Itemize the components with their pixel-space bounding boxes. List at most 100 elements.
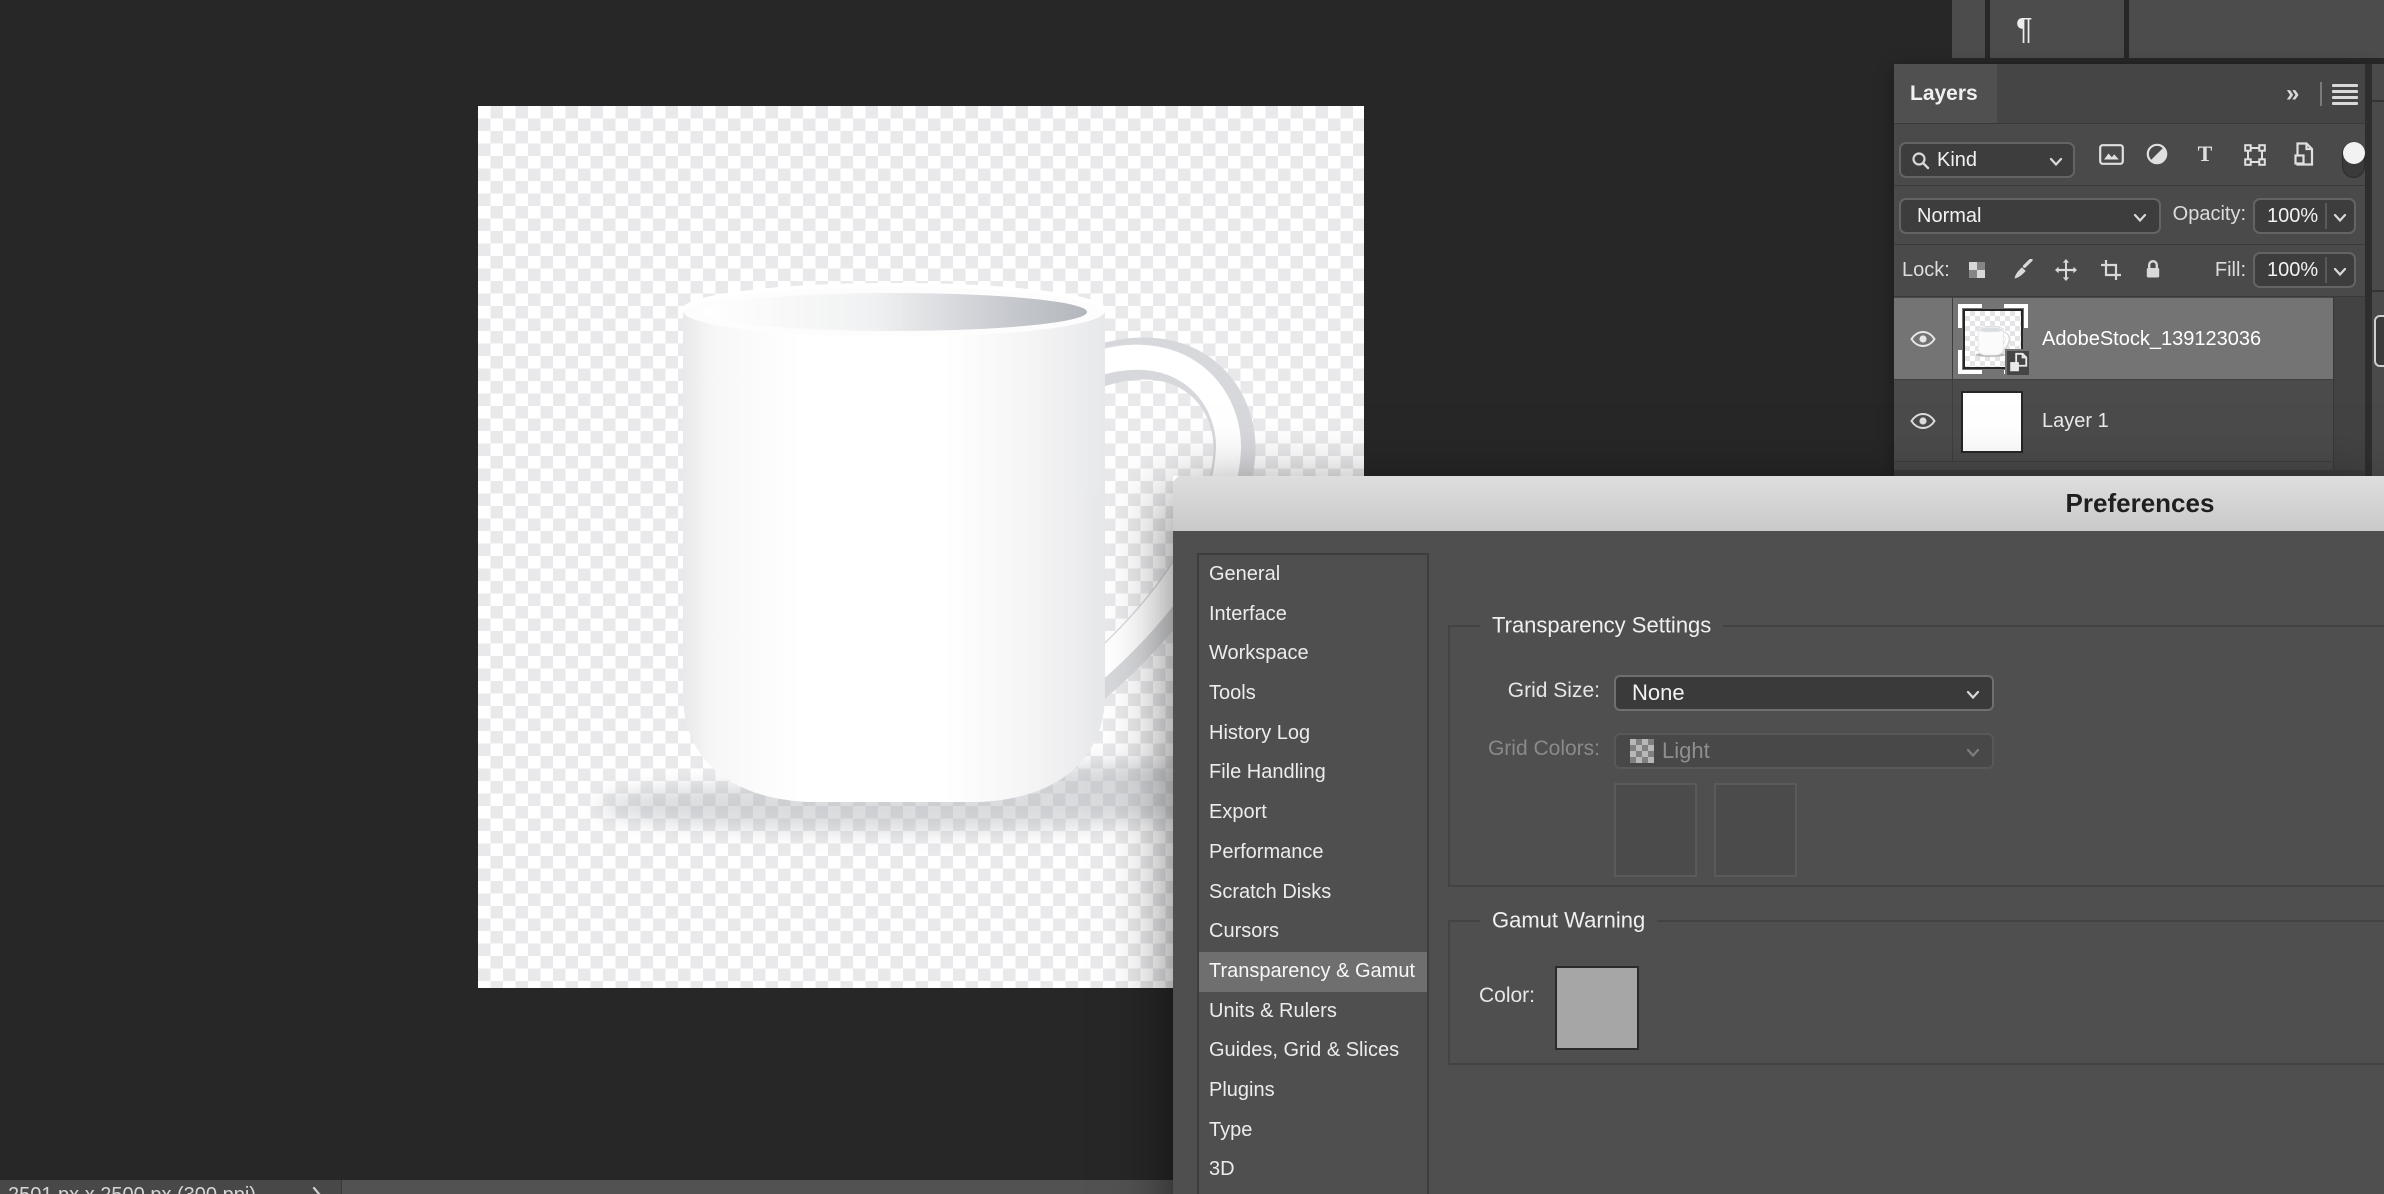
kind-label: Kind: [1937, 149, 1977, 172]
layers-filter-row: Kind T: [1894, 123, 2365, 185]
chevron-down-icon[interactable]: [2333, 213, 2347, 222]
layers-panel: Layers » Kind: [1894, 64, 2365, 478]
grid-colors-dropdown: Light: [1614, 733, 1994, 769]
chevron-down-icon: [2049, 157, 2063, 166]
status-bar-empty-segment: [341, 1180, 1174, 1194]
transparency-settings-legend: Transparency Settings: [1480, 612, 1723, 640]
layer-visibility-eye-icon[interactable]: [1910, 330, 1936, 348]
opacity-input[interactable]: 100%: [2253, 198, 2356, 234]
sidebar-item-units-rulers[interactable]: Units & Rulers: [1199, 992, 1427, 1032]
sidebar-item-file-handling[interactable]: File Handling: [1199, 753, 1427, 793]
layers-tab[interactable]: Layers: [1894, 64, 1997, 123]
lock-image-pixels-icon[interactable]: [2012, 259, 2034, 281]
sidebar-item-type[interactable]: Type: [1199, 1111, 1427, 1151]
search-icon: [1911, 151, 1930, 170]
lock-fill-row: Lock: Fill: 100%: [1894, 245, 2365, 296]
fill-label: Fill:: [2186, 259, 2246, 282]
grid-size-label: Grid Size:: [1450, 679, 1600, 703]
blend-mode-value: Normal: [1917, 205, 1981, 228]
grid-colors-label: Grid Colors:: [1450, 737, 1600, 761]
tabbar-divider: [2320, 82, 2322, 106]
sidebar-item-general[interactable]: General: [1199, 555, 1427, 595]
smart-object-filter-icon[interactable]: [2294, 142, 2315, 166]
layer-thumbnail-white[interactable]: [1961, 391, 2023, 453]
sidebar-item-export[interactable]: Export: [1199, 793, 1427, 833]
dock-divider[interactable]: [2365, 64, 2372, 478]
layers-scrollbar-track[interactable]: [2333, 297, 2366, 470]
transparency-settings-group: Transparency Settings Grid Size: None Gr…: [1448, 625, 2384, 887]
blend-mode-dropdown[interactable]: Normal: [1899, 198, 2161, 234]
chevron-down-icon: [1966, 690, 1980, 699]
layers-list: AdobeStock_139123036 Layer 1: [1894, 297, 2365, 470]
grid-color-swatch-1: [1614, 783, 1697, 877]
blend-opacity-row: Normal Opacity: 100%: [1894, 186, 2365, 244]
dialog-titlebar[interactable]: Preferences: [1173, 476, 2384, 532]
checkerboard-swatch-icon: [1630, 739, 1654, 763]
gamut-color-label: Color:: [1450, 984, 1535, 1008]
layer-name: Layer 1: [2042, 410, 2109, 433]
fill-value: 100%: [2267, 259, 2318, 282]
sidebar-item-tools[interactable]: Tools: [1199, 674, 1427, 714]
layer-thumbnail-selected[interactable]: [1958, 304, 2028, 374]
pixel-layer-filter-icon[interactable]: [2099, 144, 2124, 165]
gamut-warning-legend: Gamut Warning: [1480, 907, 1657, 935]
collapsed-panel-dock[interactable]: [2372, 64, 2384, 478]
lock-all-icon[interactable]: [2144, 258, 2162, 280]
gamut-warning-group: Gamut Warning Color:: [1448, 920, 2384, 1065]
grid-size-dropdown[interactable]: None: [1614, 675, 1994, 711]
opacity-value: 100%: [2267, 205, 2318, 228]
layers-tab-label: Layers: [1910, 64, 1978, 123]
sidebar-item-interface[interactable]: Interface: [1199, 595, 1427, 635]
sidebar-item-transparency-gamut[interactable]: Transparency & Gamut: [1199, 952, 1427, 992]
status-bar: 2501 px x 2500 px (300 ppi): [0, 1180, 1173, 1194]
dock-panel-icon[interactable]: [2374, 315, 2384, 367]
status-doc-info-segment[interactable]: 2501 px x 2500 px (300 ppi): [0, 1180, 341, 1194]
type-layer-filter-icon[interactable]: T: [2194, 143, 2216, 165]
sidebar-item-history-log[interactable]: History Log: [1199, 714, 1427, 754]
shape-layer-filter-icon[interactable]: [2243, 143, 2267, 167]
layer-name: AdobeStock_139123036: [2042, 328, 2261, 351]
sidebar-item-plugins[interactable]: Plugins: [1199, 1071, 1427, 1111]
photoshop-window: ¶ Layers » Kind: [0, 0, 2384, 1194]
sidebar-item-guides-grid-slices[interactable]: Guides, Grid & Slices: [1199, 1031, 1427, 1071]
layer-filtering-toggle[interactable]: [2342, 142, 2365, 178]
dialog-body: General Interface Workspace Tools Histor…: [1173, 531, 2384, 1194]
layer-row-adobestock[interactable]: AdobeStock_139123036: [1894, 298, 2333, 380]
chevron-down-icon: [2133, 213, 2147, 222]
gamut-warning-color-swatch[interactable]: [1555, 966, 1639, 1050]
filter-kind-dropdown[interactable]: Kind: [1899, 142, 2075, 178]
empty-panel-tab[interactable]: [2129, 0, 2384, 58]
chevron-down-icon[interactable]: [2333, 267, 2347, 276]
grid-colors-value: Light: [1662, 735, 1710, 767]
sidebar-item-performance[interactable]: Performance: [1199, 833, 1427, 873]
collapse-panel-icon[interactable]: »: [2286, 64, 2297, 123]
sidebar-item-workspace[interactable]: Workspace: [1199, 634, 1427, 674]
top-panel-tab-bar: ¶: [1952, 0, 2384, 58]
svg-text:T: T: [2198, 143, 2213, 165]
paragraph-icon: ¶: [2016, 0, 2033, 58]
lock-artboard-icon[interactable]: [2100, 259, 2122, 281]
sidebar-item-3d[interactable]: 3D: [1199, 1150, 1427, 1190]
eye-column-divider: [1952, 380, 1953, 462]
status-chevron-icon[interactable]: [312, 1186, 324, 1194]
eye-column-divider: [1952, 298, 1953, 380]
dialog-title: Preferences: [2066, 476, 2215, 531]
layer-row-layer1[interactable]: Layer 1: [1894, 380, 2333, 462]
grid-size-value: None: [1632, 677, 1685, 709]
sidebar-item-scratch-disks[interactable]: Scratch Disks: [1199, 873, 1427, 913]
panel-tab-fragment[interactable]: [1952, 0, 1985, 58]
smart-object-badge-icon: [2005, 349, 2031, 377]
lock-position-icon[interactable]: [2055, 259, 2077, 281]
paragraph-panel-tab[interactable]: ¶: [1990, 0, 2124, 58]
sidebar-item-cursors[interactable]: Cursors: [1199, 912, 1427, 952]
lock-transparent-pixels-icon[interactable]: [1969, 262, 1985, 278]
lock-label: Lock:: [1902, 259, 1950, 282]
adjustment-layer-filter-icon[interactable]: [2146, 143, 2168, 165]
panel-menu-icon[interactable]: [2332, 81, 2358, 108]
grid-color-swatch-2: [1714, 783, 1797, 877]
layer-visibility-eye-icon[interactable]: [1910, 412, 1936, 430]
opacity-label: Opacity:: [2168, 203, 2246, 226]
fill-input[interactable]: 100%: [2253, 252, 2356, 288]
preferences-dialog: Preferences General Interface Workspace …: [1173, 476, 2384, 1194]
layers-panel-tabbar: Layers »: [1894, 64, 2365, 124]
